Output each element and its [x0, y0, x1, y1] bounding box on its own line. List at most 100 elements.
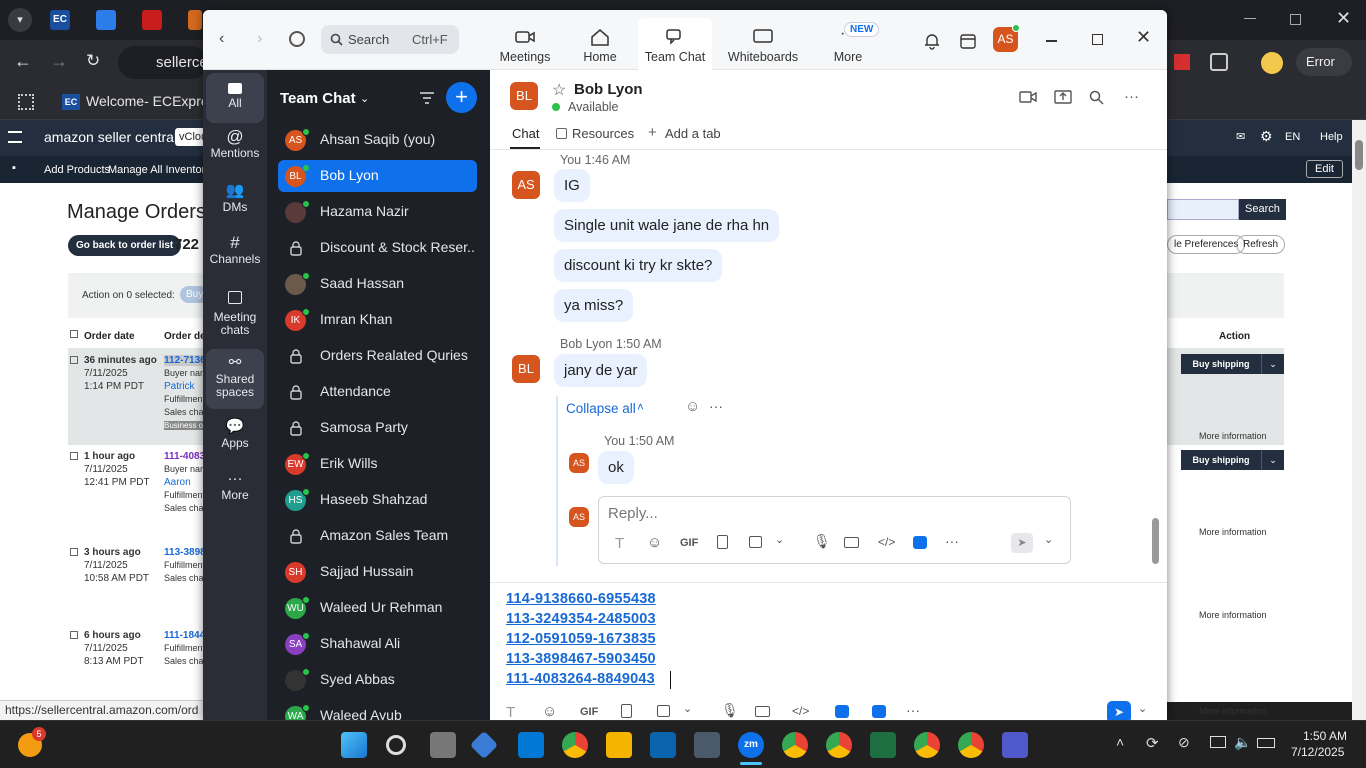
tab-add[interactable]: Add a tab: [665, 126, 721, 141]
contact-item[interactable]: Hazama Nazir: [278, 196, 477, 228]
rail-mentions[interactable]: @ Mentions: [206, 128, 264, 176]
store-icon[interactable]: [518, 732, 544, 758]
chrome-profile-icon[interactable]: [826, 732, 852, 758]
compose-line[interactable]: 112-0591059-1673835: [506, 631, 656, 647]
add-products-link[interactable]: Add Products: [44, 164, 110, 176]
bell-icon[interactable]: [923, 32, 941, 50]
contact-item[interactable]: SA Shahawal Ali: [278, 628, 477, 660]
code-icon[interactable]: </>: [792, 704, 809, 718]
checkbox[interactable]: [70, 452, 78, 460]
message-bubble[interactable]: discount ki try kr skte?: [554, 249, 723, 282]
contact-item[interactable]: Amazon Sales Team: [278, 520, 477, 552]
contact-item[interactable]: EW Erik Wills: [278, 448, 477, 480]
chevron-down-icon[interactable]: ⌄: [775, 533, 784, 546]
reply-bubble[interactable]: ok: [598, 451, 634, 484]
contact-item[interactable]: SH Sajjad Hussain: [278, 556, 477, 588]
contact-item[interactable]: HS Haseeb Shahzad: [278, 484, 477, 516]
contact-item[interactable]: IK Imran Khan: [278, 304, 477, 336]
compose-line[interactable]: 114-9138660-6955438: [506, 591, 656, 607]
order-id-link[interactable]: 111-4083: [164, 451, 205, 462]
teams-icon[interactable]: [1002, 732, 1028, 758]
send-button[interactable]: ➤: [1107, 701, 1131, 722]
buy-shipping-button[interactable]: Buy shipping: [1181, 354, 1261, 374]
contact-item[interactable]: Attendance: [278, 376, 477, 408]
whiteboard-app-icon[interactable]: [835, 705, 849, 718]
chevron-down-icon[interactable]: ⌄: [1044, 533, 1053, 546]
collapse-all-link[interactable]: Collapse all: [566, 401, 636, 416]
back-arrow-icon[interactable]: ←: [14, 51, 32, 72]
buy-shipping-dropdown[interactable]: ⌄: [1261, 450, 1284, 470]
tab-whiteboards[interactable]: Whiteboards: [725, 18, 801, 70]
list-title[interactable]: Team Chat: [280, 90, 356, 107]
new-chat-button[interactable]: +: [446, 82, 477, 113]
buy-shipping-dropdown[interactable]: ⌄: [1261, 354, 1284, 374]
scrollbar-thumb[interactable]: [1152, 518, 1159, 564]
zoom-app-icon[interactable]: zm: [738, 732, 764, 758]
screenshot-icon[interactable]: [749, 536, 762, 548]
tab-home[interactable]: Home: [563, 18, 637, 70]
compose-line[interactable]: 113-3898467-5903450: [506, 651, 656, 667]
chrome-profile-icon[interactable]: [914, 732, 940, 758]
back-chevron-icon[interactable]: ‹: [219, 30, 224, 48]
orange-tab-icon[interactable]: [188, 10, 202, 30]
pdf-extension-icon[interactable]: [1174, 54, 1190, 70]
language-menu[interactable]: EN: [1285, 131, 1300, 143]
chevron-down-icon[interactable]: ⌄: [683, 702, 692, 715]
ec-tab-icon[interactable]: EC: [50, 10, 70, 30]
rail-dms[interactable]: 👥 DMs: [206, 183, 264, 230]
order-id-link[interactable]: 113-3898: [164, 547, 206, 558]
calendar-icon[interactable]: [959, 32, 977, 50]
address-bar[interactable]: sellerce: [118, 46, 208, 79]
settings-gear-icon[interactable]: ⚙: [1260, 128, 1273, 145]
contact-item[interactable]: Orders Realated Quries: [278, 340, 477, 372]
search-icon[interactable]: [1089, 90, 1104, 105]
docs-app-icon[interactable]: [872, 705, 886, 718]
text-format-icon[interactable]: T: [615, 535, 624, 552]
video-clip-icon[interactable]: [755, 706, 770, 717]
video-clip-icon[interactable]: [844, 537, 859, 548]
profile-avatar[interactable]: [1261, 52, 1283, 74]
file-explorer-icon[interactable]: [606, 732, 632, 758]
more-info-link[interactable]: More information: [1199, 431, 1267, 441]
preferences-button[interactable]: le Preferences: [1167, 235, 1246, 254]
rail-meeting-chats[interactable]: Meeting chats: [206, 288, 264, 346]
checkbox[interactable]: [70, 631, 78, 639]
outlook-icon[interactable]: [650, 732, 676, 758]
clock-time[interactable]: 1:50 AM: [1303, 729, 1347, 743]
back-to-list-button[interactable]: Go back to order list: [68, 235, 182, 256]
network-off-icon[interactable]: ⊘: [1178, 734, 1190, 751]
tab-team-chat[interactable]: Team Chat: [638, 18, 712, 70]
reply-input[interactable]: Reply...: [608, 505, 658, 522]
filter-icon[interactable]: [419, 91, 435, 105]
forward-arrow-icon[interactable]: →: [50, 51, 68, 72]
order-id-link[interactable]: 112-7136: [164, 355, 206, 366]
tab-resources[interactable]: Resources: [572, 126, 634, 141]
file-icon[interactable]: [621, 704, 632, 718]
zoom-search-bar[interactable]: Search Ctrl+F: [321, 25, 459, 54]
rail-more[interactable]: ··· More: [206, 471, 264, 518]
checkbox[interactable]: [70, 548, 78, 556]
chat-scrollbar[interactable]: [1152, 150, 1160, 564]
manage-inventory-link[interactable]: Manage All Inventory: [108, 164, 211, 176]
compose-line[interactable]: 113-3249354-2485003: [506, 611, 656, 627]
help-link[interactable]: Help: [1320, 131, 1343, 143]
tray-chevron-icon[interactable]: ˄: [1116, 734, 1124, 750]
rail-all[interactable]: All: [206, 73, 264, 123]
more-info-link[interactable]: More information: [1199, 706, 1267, 716]
page-scrollbar[interactable]: [1352, 120, 1366, 720]
tab-meetings[interactable]: Meetings: [488, 18, 562, 70]
reply-box[interactable]: Reply... T ☺ GIF ⌄ 🎙 </> ··· ➤ ⌄: [598, 496, 1071, 564]
send-icon[interactable]: ➤: [1011, 533, 1033, 553]
mail-icon[interactable]: ✉: [1236, 130, 1245, 143]
emoji-icon[interactable]: ☺: [647, 534, 662, 551]
checkbox[interactable]: [70, 356, 78, 364]
message-bubble[interactable]: ya miss?: [554, 289, 634, 322]
start-windows-icon[interactable]: [341, 732, 367, 758]
select-all-checkbox[interactable]: [70, 330, 78, 338]
minimize-button[interactable]: [1046, 40, 1057, 42]
tab-chat[interactable]: Chat: [512, 126, 539, 141]
reload-icon[interactable]: ↻: [86, 51, 100, 71]
clock-date[interactable]: 7/12/2025: [1291, 745, 1344, 759]
rail-channels[interactable]: # Channels: [206, 234, 264, 282]
search-icon[interactable]: [386, 735, 406, 755]
